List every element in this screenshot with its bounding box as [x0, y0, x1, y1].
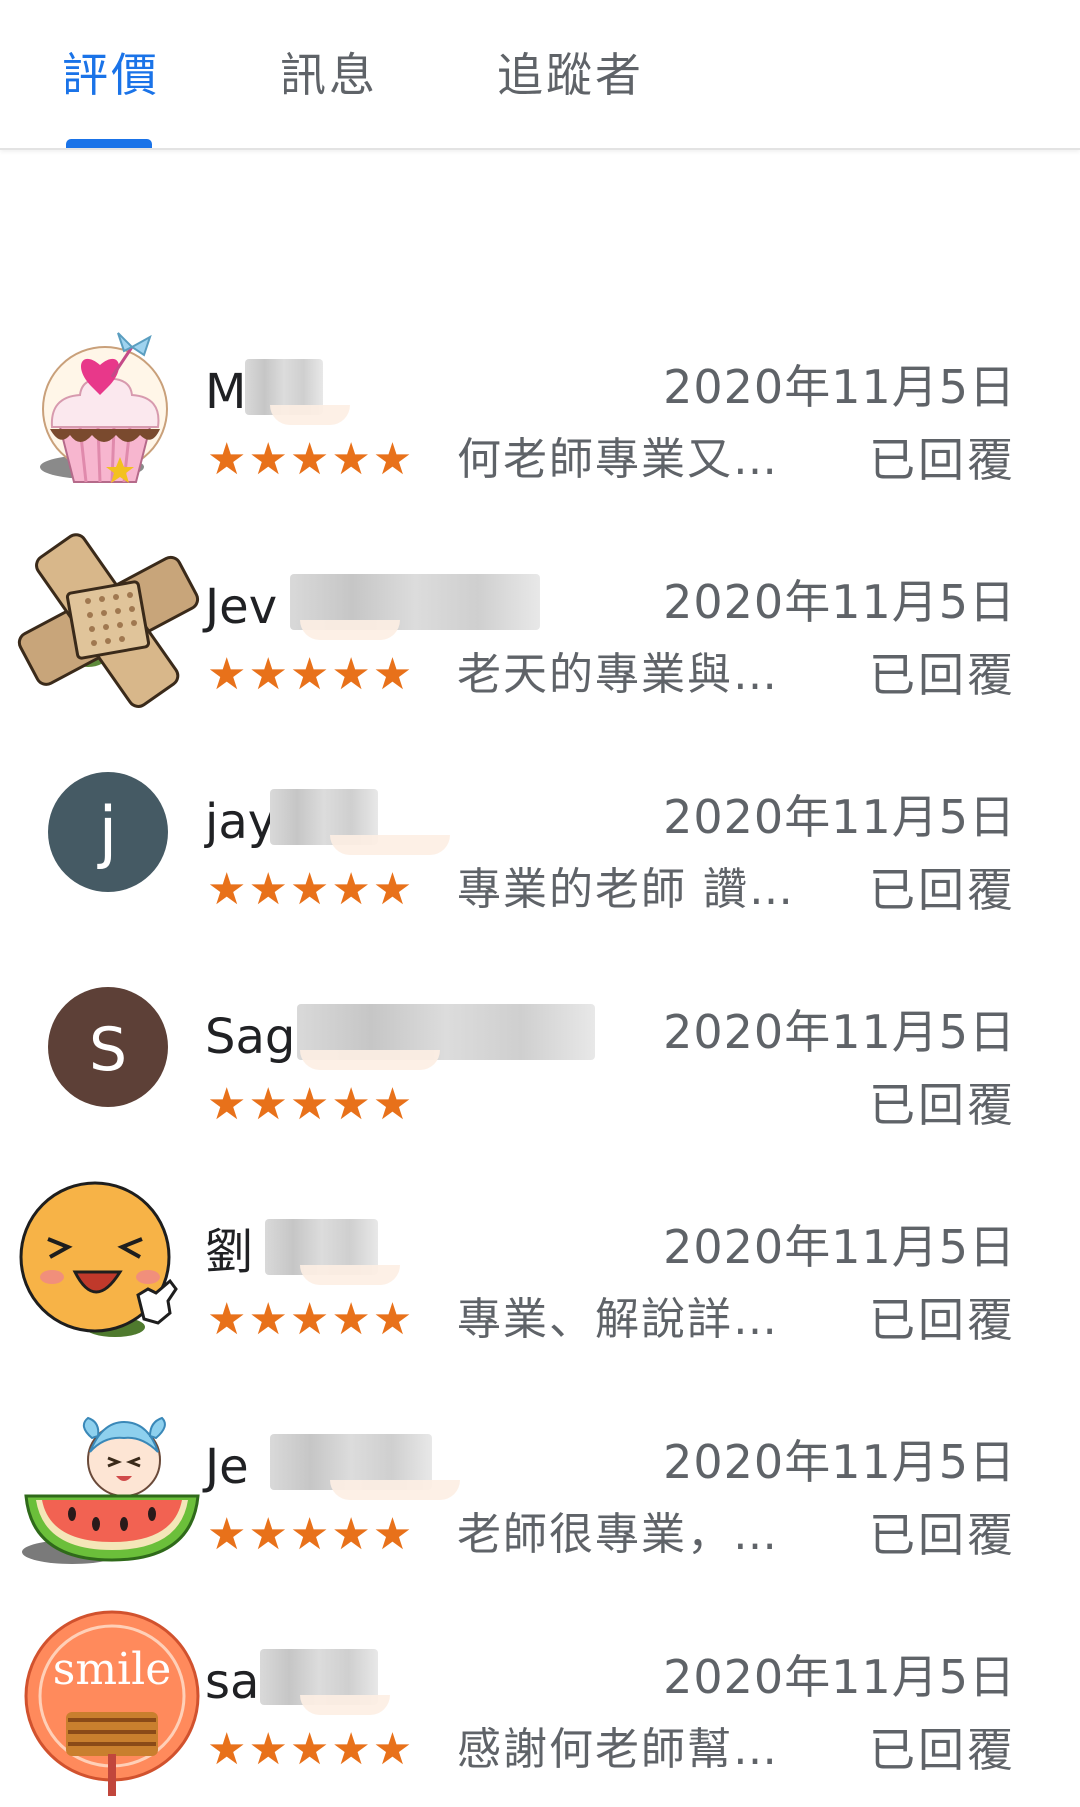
redacted-name-blur: [300, 620, 400, 640]
reviewer-name: jay: [205, 794, 277, 850]
review-date: 2020年11月5日: [663, 360, 1016, 414]
redacted-name-blur: [300, 1050, 440, 1070]
reviewer-name: Jev: [205, 579, 278, 635]
tab-bar: 評價 訊息 追蹤者: [0, 0, 1080, 150]
svg-text:j: j: [97, 793, 118, 872]
reviewer-name: Je: [205, 1439, 249, 1495]
letter-avatar: S: [20, 962, 190, 1132]
reviewer-name: M: [205, 364, 247, 420]
reply-status: 已回覆: [869, 1293, 1016, 1347]
reviewer-name: Sag: [205, 1009, 296, 1065]
reply-status: 已回覆: [869, 1078, 1016, 1132]
review-date: 2020年11月5日: [663, 1435, 1016, 1489]
letter-avatar: j: [20, 747, 190, 917]
review-snippet: 何老師專業又…: [457, 434, 779, 485]
reply-status: 已回覆: [869, 433, 1016, 487]
review-snippet: 老師很專業，…: [457, 1509, 779, 1560]
review-row[interactable]: Jev 2020年11月5日 ★★★★★ 老天的專業與… 已回覆: [0, 517, 1080, 732]
bandage-avatar: [8, 533, 208, 708]
star-rating: ★★★★★: [207, 649, 415, 700]
tab-reviews[interactable]: 評價: [62, 40, 160, 110]
watermelon-girl-avatar: [12, 1392, 202, 1564]
review-row[interactable]: smile sa 2020年11月5日 ★★★★★ 感謝何老師幫… 已回覆: [0, 1592, 1080, 1807]
review-row[interactable]: Je 2020年11月5日 ★★★★★ 老師很專業，… 已回覆: [0, 1377, 1080, 1592]
review-date: 2020年11月5日: [663, 790, 1016, 844]
redacted-name-blur: [330, 1480, 460, 1500]
star-rating: ★★★★★: [207, 1509, 415, 1560]
reply-status: 已回覆: [869, 863, 1016, 917]
redacted-name-blur: [300, 1265, 400, 1285]
review-row[interactable]: S Sag 2020年11月5日 ★★★★★ 已回覆: [0, 947, 1080, 1162]
review-row[interactable]: j jay 2020年11月5日 ★★★★★ 專業的老師 讚… 已回覆: [0, 732, 1080, 947]
reply-status: 已回覆: [869, 1508, 1016, 1562]
review-date: 2020年11月5日: [663, 1220, 1016, 1274]
reply-status: 已回覆: [869, 648, 1016, 702]
redacted-name-blur: [300, 1695, 390, 1715]
cupcake-avatar: [20, 317, 190, 487]
star-rating: ★★★★★: [207, 1079, 415, 1130]
svg-text:smile: smile: [53, 1644, 172, 1695]
review-row[interactable]: M 2020年11月5日 ★★★★★ 何老師專業又… 已回覆: [0, 302, 1080, 517]
review-snippet: 老天的專業與…: [457, 649, 779, 700]
star-rating: ★★★★★: [207, 1294, 415, 1345]
laughing-face-avatar: [19, 1177, 190, 1347]
review-snippet: 感謝何老師幫…: [457, 1724, 779, 1775]
review-date: 2020年11月5日: [663, 1650, 1016, 1704]
reviewer-name: sa: [205, 1654, 260, 1710]
star-rating: ★★★★★: [207, 434, 415, 485]
star-rating: ★★★★★: [207, 1724, 415, 1775]
review-row[interactable]: 劉 2020年11月5日 ★★★★★ 專業、解說詳… 已回覆: [0, 1162, 1080, 1377]
redacted-name-blur: [330, 835, 450, 855]
star-rating: ★★★★★: [207, 864, 415, 915]
reply-status: 已回覆: [869, 1723, 1016, 1777]
review-snippet: 專業、解說詳…: [457, 1294, 779, 1345]
review-date: 2020年11月5日: [663, 575, 1016, 629]
active-tab-indicator: [66, 139, 152, 148]
svg-text:S: S: [89, 1015, 127, 1085]
review-snippet: 專業的老師 讚…: [457, 864, 795, 915]
review-date: 2020年11月5日: [663, 1005, 1016, 1059]
smile-fan-avatar: smile: [24, 1604, 204, 1799]
reviewer-name: 劉: [205, 1224, 254, 1280]
redacted-name-blur: [270, 405, 350, 425]
tab-followers[interactable]: 追蹤者: [497, 40, 644, 110]
tab-messages[interactable]: 訊息: [280, 40, 378, 110]
